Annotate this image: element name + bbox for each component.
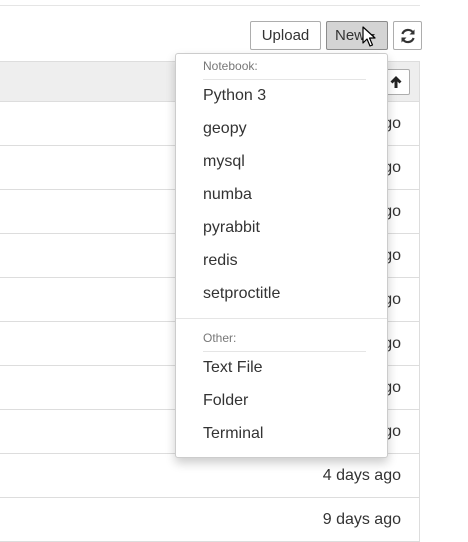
menu-divider <box>176 318 387 319</box>
menu-item-kernel[interactable]: mysql <box>203 153 245 171</box>
file-row[interactable]: 4 days ago <box>0 454 419 498</box>
new-button-label: New <box>335 27 366 44</box>
new-dropdown-button[interactable]: New <box>326 21 388 50</box>
menu-item-kernel[interactable]: geopy <box>203 120 247 138</box>
menu-divider <box>203 351 366 352</box>
mouse-cursor-icon <box>362 26 376 47</box>
refresh-icon <box>400 28 415 44</box>
menu-item-kernel[interactable]: setproctitle <box>203 285 280 303</box>
menu-item-kernel[interactable]: Python 3 <box>203 87 266 105</box>
menu-item-terminal[interactable]: Terminal <box>203 425 263 443</box>
notebook-header: Notebook: <box>203 59 258 73</box>
file-row[interactable]: 9 days ago <box>0 498 419 542</box>
menu-item-kernel[interactable]: pyrabbit <box>203 219 260 237</box>
arrow-up-icon <box>390 76 402 88</box>
upload-button[interactable]: Upload <box>250 21 321 50</box>
menu-item-kernel[interactable]: redis <box>203 252 238 270</box>
other-header: Other: <box>203 331 237 345</box>
new-dropdown-menu: Notebook: Python 3 geopy mysql numba pyrabbi… <box>175 53 388 458</box>
menu-item-folder[interactable]: Folder <box>203 392 248 410</box>
menu-item-text-file[interactable]: Text File <box>203 359 263 377</box>
menu-item-kernel[interactable]: numba <box>203 186 252 204</box>
modified-time: 4 days ago <box>322 467 401 484</box>
modified-time: 9 days ago <box>322 511 401 528</box>
divider <box>0 5 420 6</box>
menu-divider <box>203 79 366 80</box>
refresh-button[interactable] <box>393 21 422 50</box>
file-browser: Upload New go go go go go go go go 4 days ago 9 d… <box>0 0 468 542</box>
